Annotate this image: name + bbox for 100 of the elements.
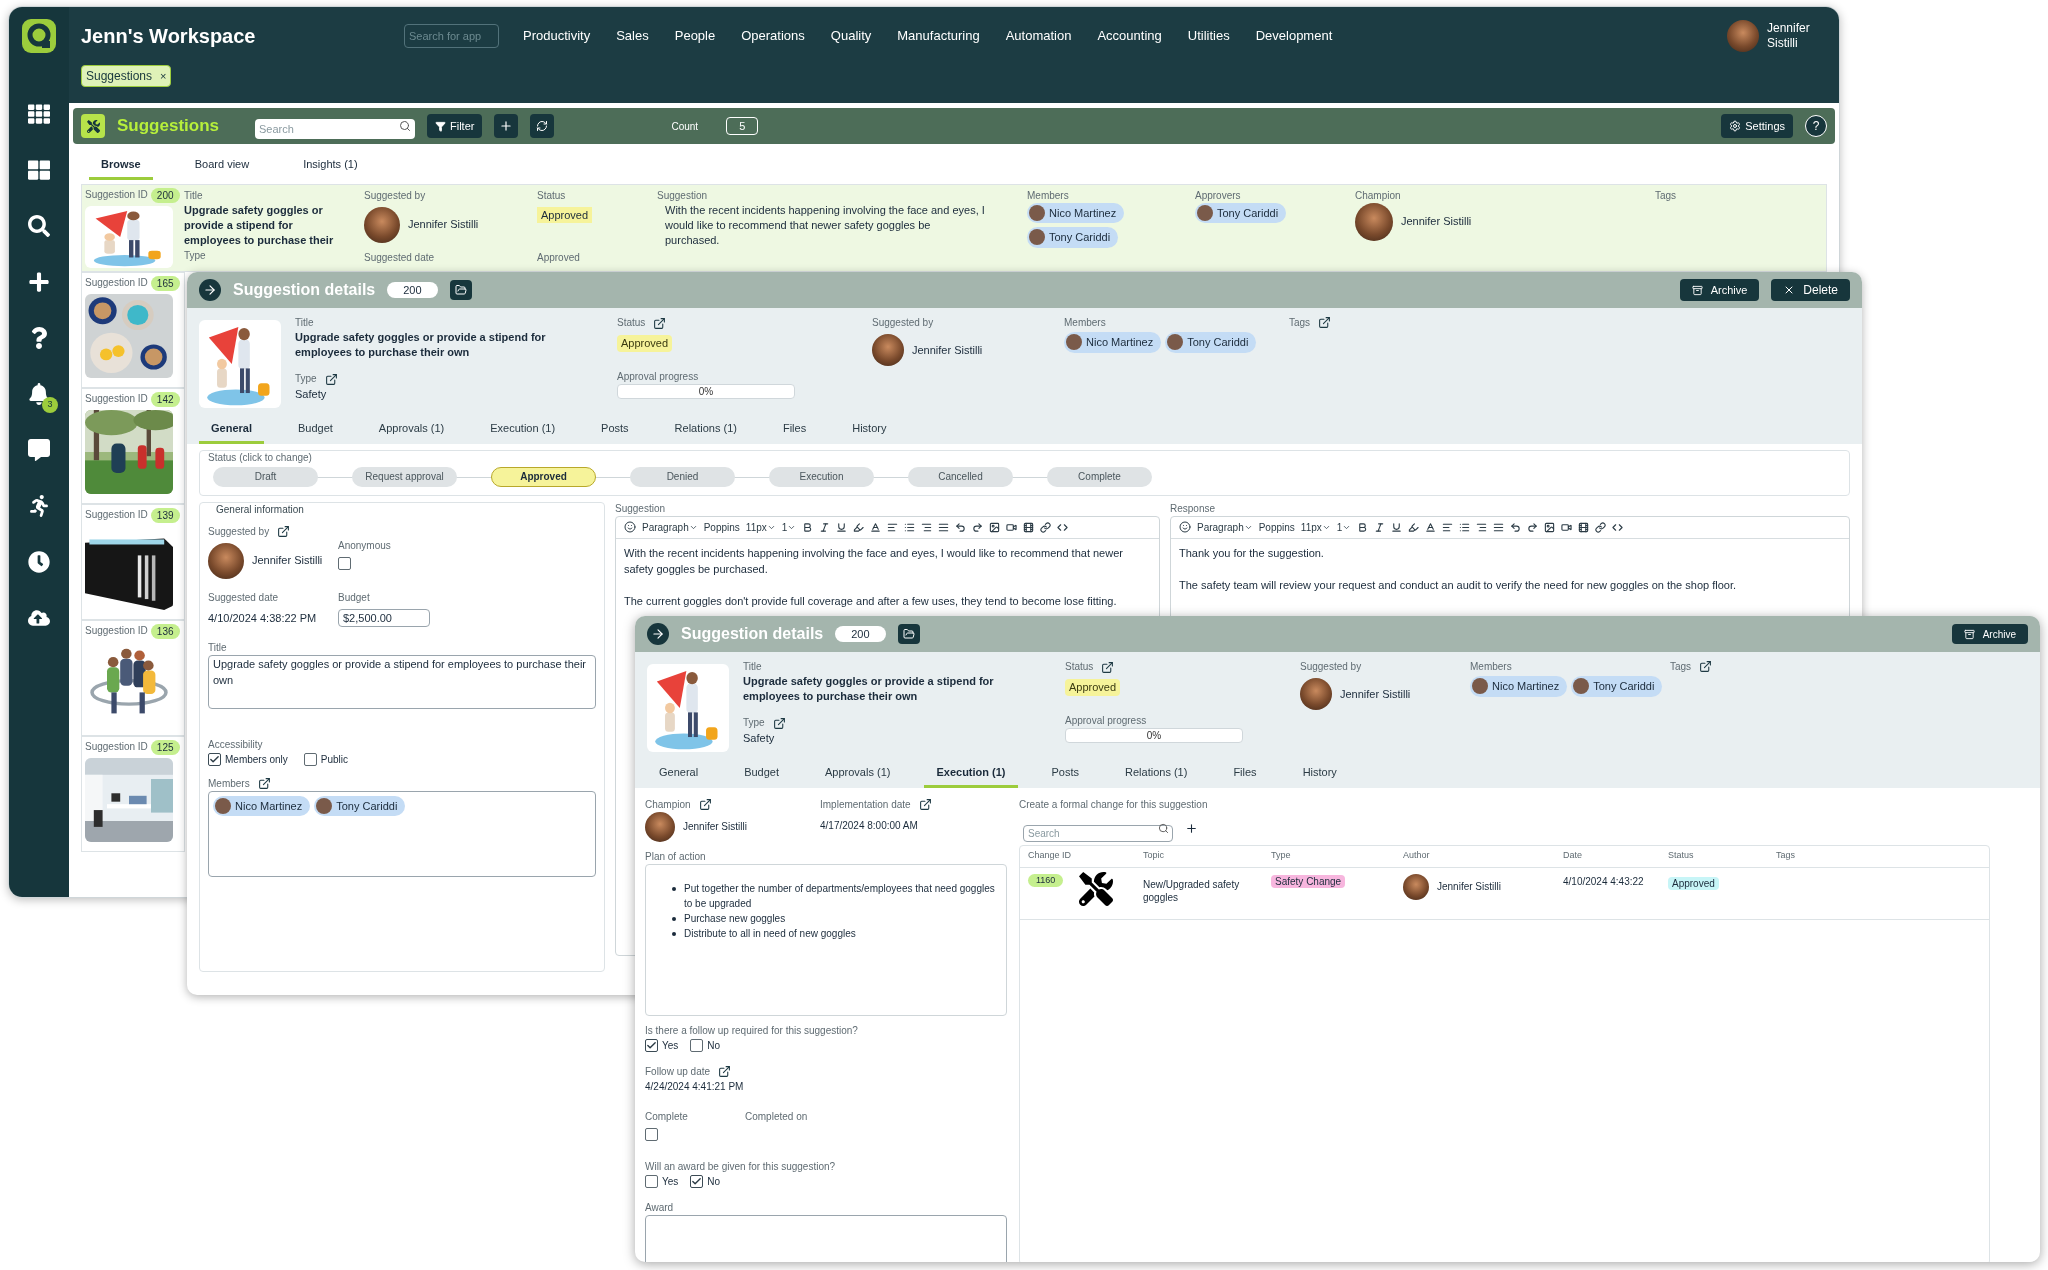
field-label: Suggested by: [364, 188, 427, 203]
field-label: Approved: [537, 251, 581, 265]
suggestion-title: Upgrade safety goggles or provide a stipend for employees to purchase their: [184, 202, 335, 248]
id-badge: 200: [150, 187, 180, 203]
field-label: Approvers: [1195, 188, 1242, 203]
date-value: 4/24/2024 4:41:21 PM: [645, 1079, 745, 1094]
date-value: 4/10/2024 4:38:22 PM: [208, 611, 317, 624]
percent-display-field: 0%: [1065, 728, 1243, 743]
person-name: Jennifer Sistilli: [1340, 686, 1411, 702]
field-label: Suggestion ID: [85, 276, 148, 290]
person-name: Jennifer Sistilli: [408, 217, 479, 233]
count-value: 5: [726, 116, 759, 136]
plan-item: Distribute to all in need of new goggles: [684, 926, 856, 941]
suggestion-text: With the recent incidents happening involving the face and eyes, I would like to recommend that newer safety goggles be purchased.: [664, 202, 986, 248]
type-value: Safety: [743, 731, 776, 746]
field-label: Members: [1470, 660, 1513, 674]
member-name: Tony Cariddi: [1217, 205, 1279, 221]
status-badge: Approved: [617, 335, 673, 352]
date-value: 4/17/2024 8:00:00 AM: [820, 819, 918, 831]
column-header: Change ID: [1028, 849, 1073, 863]
field-label: Status: [617, 316, 646, 330]
percent-display-field: 0%: [617, 384, 795, 399]
member-name: Tony Cariddi: [1187, 335, 1249, 350]
field-label: Is there a follow up required for this suggestion?: [645, 1023, 859, 1038]
field-label: Members: [1027, 188, 1070, 203]
checkbox-label: Public: [320, 752, 349, 767]
field-label: Suggestion ID: [85, 188, 148, 202]
field-label: Type: [184, 248, 207, 263]
editor-paragraph: The current goggles don't provide full coverage and after a few uses, they tend to become lose fitting.: [624, 593, 1118, 609]
field-label: Members: [208, 776, 250, 791]
column-header: Type: [1271, 849, 1292, 863]
notification-badge: 3: [42, 397, 58, 413]
field-label: Suggested by: [1300, 660, 1363, 674]
member-name: Nico Martinez: [235, 798, 303, 814]
type-value: Safety: [295, 387, 328, 402]
editor-paragraph: Thank you for the suggestion.: [1179, 545, 1325, 561]
member-name: Nico Martinez: [1049, 205, 1117, 221]
field-label: Completed on: [745, 1109, 808, 1124]
checkbox-label: No: [707, 1038, 721, 1053]
window-title: Suggestion details: [681, 624, 824, 644]
type-tag: Safety Change: [1271, 874, 1346, 888]
field-label: Status (click to change): [208, 450, 313, 465]
field-label: Suggestion ID: [85, 624, 148, 638]
member-name: Tony Cariddi: [1593, 679, 1655, 694]
id-badge: 165: [150, 275, 180, 291]
status-badge: Approved: [1668, 876, 1719, 890]
section-legend: General information: [216, 501, 596, 517]
field-label: Plan of action: [645, 849, 707, 864]
field-label: Tags: [1655, 188, 1677, 203]
id-badge: 142: [150, 391, 180, 407]
field-label: Suggestion ID: [85, 740, 148, 754]
column-header: Tags: [1776, 849, 1796, 863]
person-name: Jennifer Sistilli: [683, 820, 747, 834]
field-label: Tags: [1289, 316, 1311, 330]
field-label: Will an award be given for this suggestion?: [645, 1159, 837, 1174]
count-label: Count: [671, 119, 699, 134]
field-label: Title: [295, 316, 315, 330]
editor-paragraph: The safety team will review your request and conduct an audit to verify the need for new goggles on the shop floor.: [1179, 577, 1738, 593]
column-header: Author: [1403, 849, 1431, 863]
column-header: Status: [1668, 849, 1695, 863]
field-label: Status: [1065, 660, 1094, 674]
suggestion-title: Upgrade safety goggles or provide a stipend for employees to purchase their own: [295, 330, 547, 360]
workspace-title: Jenn's Workspace: [81, 24, 257, 49]
member-name: Nico Martinez: [1492, 679, 1560, 694]
person-name: Jennifer Sistilli: [252, 553, 323, 569]
suggestion-title: Upgrade safety goggles or provide a stipend for employees to purchase their own: [743, 674, 995, 704]
person-name: Jennifer Sistilli: [1437, 880, 1501, 894]
field-label: Champion: [1355, 188, 1402, 203]
column-header: Date: [1563, 849, 1583, 863]
column-header: Topic: [1143, 849, 1165, 863]
id-badge: 200: [835, 625, 886, 643]
field-label: Approval progress: [1065, 714, 1148, 728]
field-label: Suggested by: [208, 524, 270, 539]
user-name: Jennifer Sistilli: [1767, 21, 1811, 51]
field-label: Suggestion: [615, 501, 667, 516]
field-label: Budget: [338, 590, 371, 605]
status-badge: Approved: [537, 206, 593, 223]
id-badge: 139: [150, 507, 180, 523]
field-label: Champion: [645, 797, 691, 812]
field-label: Title: [184, 188, 204, 203]
field-label: Suggested by: [872, 316, 935, 330]
field-label: Approval progress: [617, 370, 700, 384]
field-label: Suggestion ID: [85, 392, 148, 406]
field-label: Create a formal change for this suggestion: [1019, 797, 1209, 812]
status-badge: Approved: [1065, 679, 1121, 696]
field-label: Type: [295, 372, 317, 386]
id-badge: 200: [387, 281, 438, 299]
checkbox-label: Members only: [225, 752, 288, 767]
editor-paragraph: With the recent incidents happening involving the face and eyes, I would like to recommend that newer safety goggles be purchased.: [624, 545, 1124, 577]
person-name: Jennifer Sistilli: [912, 342, 983, 358]
field-label: Award: [645, 1200, 675, 1215]
id-badge: 125: [150, 739, 180, 755]
field-label: Follow up date: [645, 1064, 711, 1079]
module-title: Suggestions: [117, 115, 220, 138]
checkbox-label: No: [707, 1174, 721, 1189]
checkbox-label: Yes: [662, 1174, 679, 1189]
member-name: Tony Cariddi: [1049, 230, 1111, 245]
field-label: Suggestion ID: [85, 508, 148, 522]
field-label: Status: [537, 188, 567, 203]
field-label: Suggested date: [364, 250, 436, 265]
